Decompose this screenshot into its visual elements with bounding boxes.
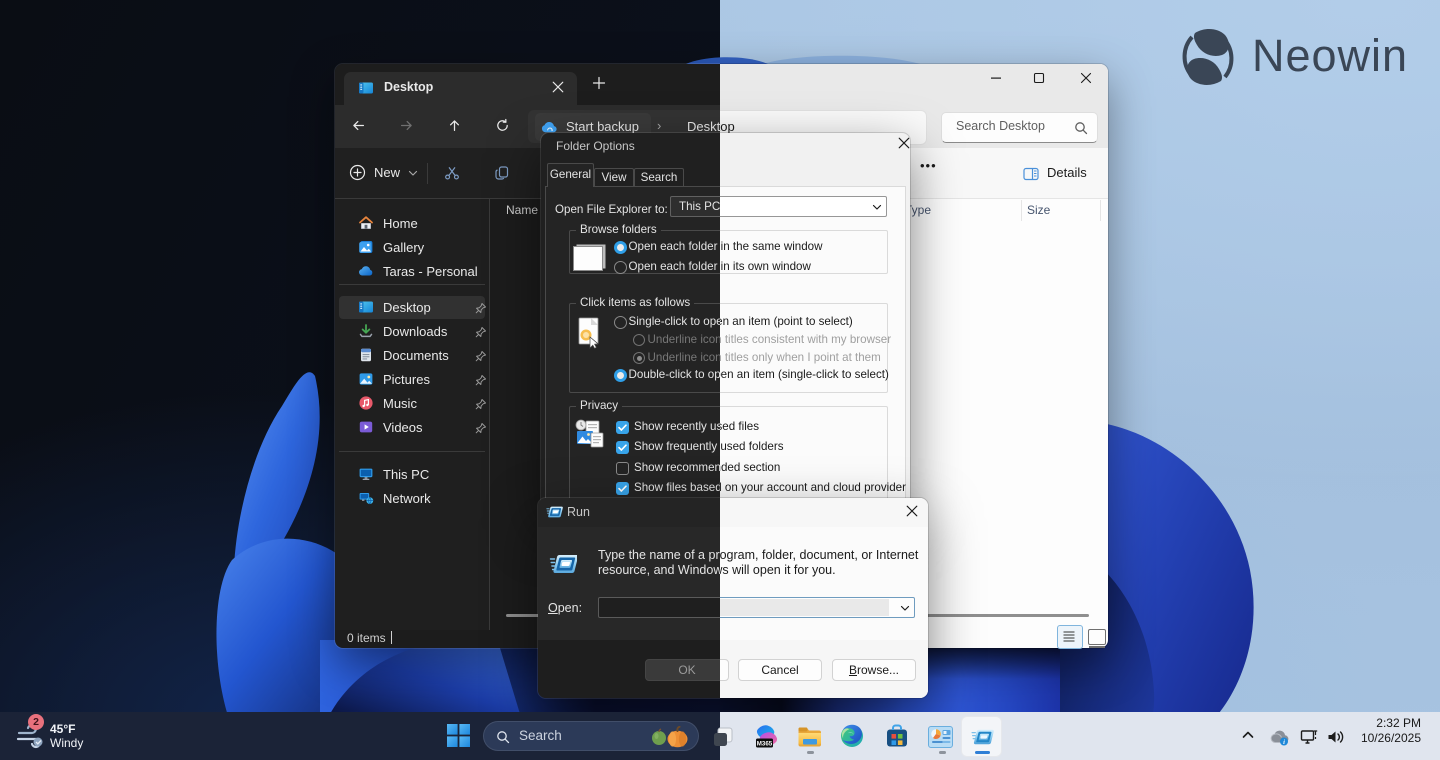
svg-text:M365: M365 <box>757 741 773 748</box>
svg-text:i: i <box>1283 739 1285 746</box>
